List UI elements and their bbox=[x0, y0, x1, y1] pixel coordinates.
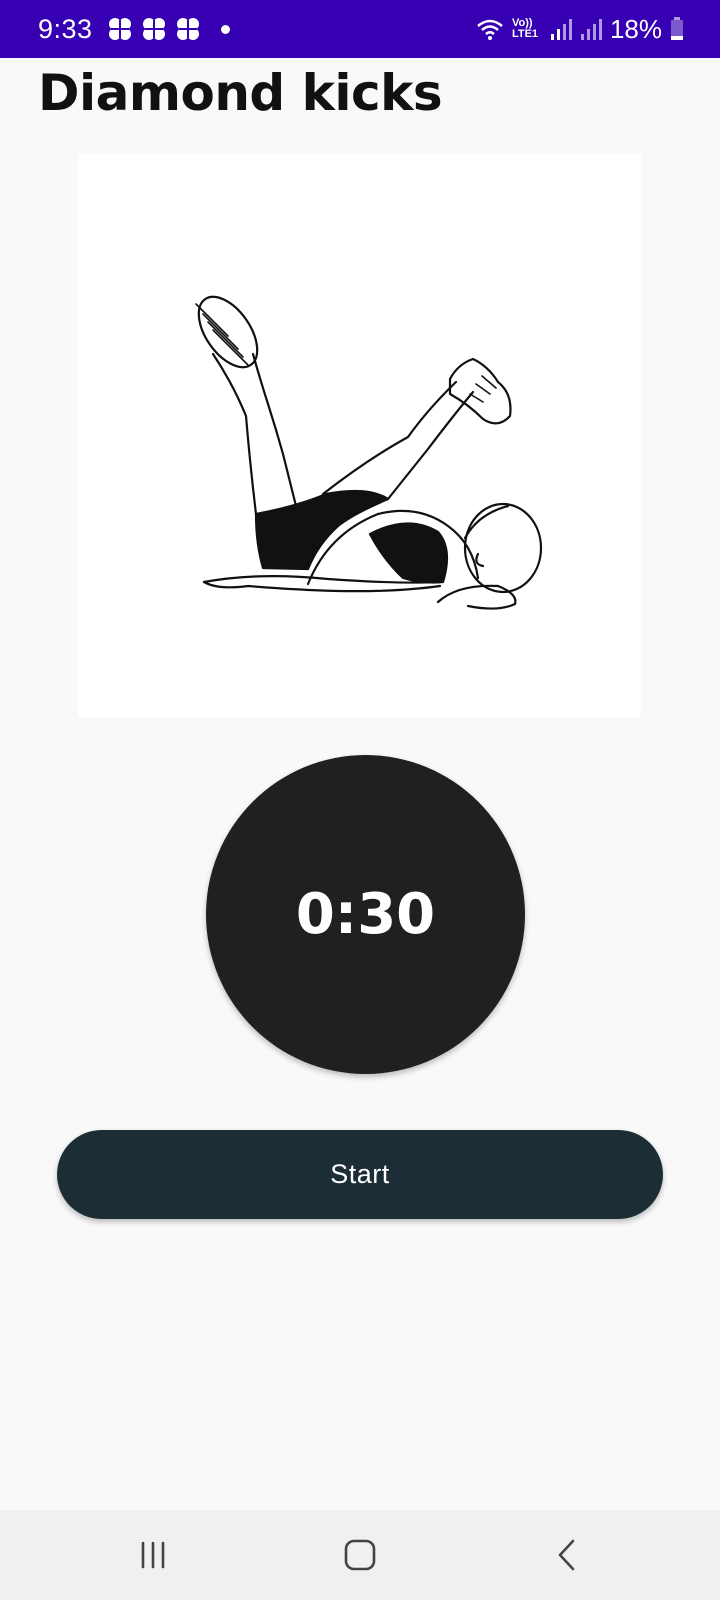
status-time: 9:33 bbox=[38, 13, 93, 44]
network-label: Vo)) LTE1 bbox=[511, 17, 539, 40]
status-right: Vo)) LTE1 18% bbox=[476, 14, 684, 45]
clover-notification-icon bbox=[175, 16, 201, 42]
back-icon bbox=[558, 1539, 574, 1571]
signal-icon bbox=[580, 17, 602, 41]
timer-display: 0:30 bbox=[206, 755, 525, 1074]
timer-text: 0:30 bbox=[295, 882, 436, 947]
wifi-icon bbox=[476, 17, 504, 41]
status-bar: 9:33 Vo)) LTE1 18% bbox=[0, 0, 720, 58]
back-button[interactable] bbox=[527, 1525, 607, 1585]
start-button[interactable]: Start bbox=[57, 1130, 663, 1219]
recents-button[interactable] bbox=[113, 1525, 193, 1585]
signal-icon bbox=[550, 17, 572, 41]
dot-icon bbox=[220, 24, 230, 34]
home-button[interactable] bbox=[320, 1525, 400, 1585]
battery-icon bbox=[670, 17, 684, 41]
status-left: 9:33 bbox=[38, 14, 230, 45]
recents-icon bbox=[142, 1541, 165, 1569]
exercise-illustration bbox=[78, 154, 641, 717]
battery-percentage: 18% bbox=[609, 13, 662, 44]
exercise-title: Diamond kicks bbox=[38, 64, 443, 122]
clover-notification-icon bbox=[107, 16, 133, 42]
home-icon bbox=[344, 1539, 376, 1571]
clover-notification-icon bbox=[141, 16, 167, 42]
navigation-bar bbox=[0, 1510, 720, 1600]
